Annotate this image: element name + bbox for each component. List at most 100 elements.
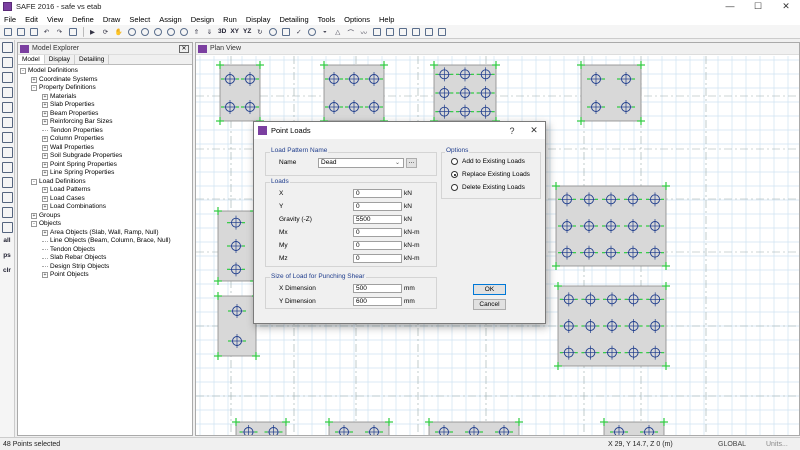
menu-design[interactable]: Design [191,15,214,24]
expand-icon[interactable]: + [42,170,48,177]
tab-detailing[interactable]: Detailing [75,55,110,64]
dialog-help-button[interactable]: ? [501,126,523,136]
collapse-icon[interactable]: - [20,68,26,75]
menu-run[interactable]: Run [223,15,237,24]
draw-dimension-icon[interactable] [1,192,13,203]
value-input[interactable]: 0 [353,189,402,198]
expand-icon[interactable]: + [42,187,48,194]
tree-item[interactable]: - Objects [20,220,192,229]
expand-icon[interactable]: + [42,161,48,168]
draw-beam-icon[interactable] [1,87,13,98]
expand-icon[interactable]: + [42,102,48,109]
tree-item[interactable]: - Load Definitions [20,178,192,187]
snap-icon[interactable] [1,222,13,233]
close-button[interactable]: ✕ [772,0,800,13]
perspective-icon[interactable]: ↻ [254,26,265,37]
load-pattern-select[interactable]: Dead ⌄ [318,158,404,168]
zoom-window-icon[interactable] [152,26,163,37]
value-input[interactable]: 0 [353,228,402,237]
refresh-icon[interactable]: ⟳ [100,26,111,37]
tree-item[interactable]: + Materials [20,93,192,102]
expand-icon[interactable]: + [31,76,37,83]
tree-item[interactable]: + Load Combinations [20,203,192,212]
tree-item[interactable]: + Area Objects (Slab, Wall, Ramp, Null) [20,229,192,238]
open-folder-icon[interactable] [15,26,26,37]
menu-draw[interactable]: Draw [103,15,121,24]
draw-tendon-icon[interactable] [1,147,13,158]
pan-icon[interactable]: ✋ [113,26,124,37]
option-replace-existing[interactable]: Replace Existing Loads [451,171,530,178]
expand-icon[interactable]: + [42,136,48,143]
value-input[interactable]: 0 [353,254,402,263]
tree-item[interactable]: Line Objects (Beam, Column, Brace, Null) [20,237,192,246]
lock-icon[interactable] [67,26,78,37]
units-button[interactable]: Units... [766,441,800,448]
dialog-close-button[interactable]: ✕ [523,125,545,136]
show-tables-icon[interactable] [371,26,382,37]
tree-item[interactable]: + Beam Properties [20,110,192,119]
option-delete-existing[interactable]: Delete Existing Loads [451,184,525,191]
wave-icon[interactable]: 〰 [358,26,369,37]
tree-item[interactable]: - Model Definitions [20,67,192,76]
draw-wall-icon[interactable] [1,117,13,128]
previous-selection-button[interactable]: ps [2,252,13,263]
zoom-out-icon[interactable] [139,26,150,37]
tree-item[interactable]: + Point Spring Properties [20,161,192,170]
draw-strip-icon[interactable] [1,162,13,173]
zoom-in-icon[interactable] [126,26,137,37]
new-file-icon[interactable] [2,26,13,37]
clear-selection-button[interactable]: clr [2,267,13,278]
expand-icon[interactable]: + [42,119,48,126]
tree-item[interactable]: + Point Objects [20,271,192,280]
triangle-icon[interactable]: △ [332,26,343,37]
value-input[interactable]: 500 [353,284,402,293]
load-pattern-more-button[interactable]: ... [406,158,417,168]
fill-icon[interactable]: ◒ [319,26,330,37]
maximize-button[interactable]: ☐ [744,0,772,13]
select-all-button[interactable]: all [2,237,13,248]
view-yz-button[interactable]: YZ [242,26,252,37]
show-forces-icon[interactable] [397,26,408,37]
rotate-icon[interactable] [306,26,317,37]
undo-icon[interactable]: ↶ [41,26,52,37]
expand-icon[interactable]: + [42,110,48,117]
view-3d-button[interactable]: 3D [217,26,227,37]
draw-column-icon[interactable] [1,132,13,143]
draw-point-icon[interactable] [1,72,13,83]
draw-rebar-icon[interactable] [1,177,13,188]
tree-item[interactable]: + Line Spring Properties [20,169,192,178]
value-input[interactable]: 0 [353,241,402,250]
view-xy-button[interactable]: XY [229,26,240,37]
tree-item[interactable]: + Slab Properties [20,101,192,110]
save-icon[interactable] [28,26,39,37]
tree-item[interactable]: + Coordinate Systems [20,76,192,85]
menu-file[interactable]: File [4,15,16,24]
value-input[interactable]: 600 [353,297,402,306]
menu-define[interactable]: Define [72,15,94,24]
value-input[interactable]: 5500 [353,215,402,224]
expand-icon[interactable]: + [31,212,37,219]
expand-icon[interactable]: + [42,272,48,279]
zoom-extents-icon[interactable] [165,26,176,37]
minimize-button[interactable]: — [716,0,744,13]
menu-display[interactable]: Display [246,15,271,24]
menu-edit[interactable]: Edit [25,15,38,24]
tree-item[interactable]: + Load Patterns [20,186,192,195]
tree-item[interactable]: Design Strip Objects [20,263,192,272]
tab-display[interactable]: Display [45,55,76,64]
menu-select[interactable]: Select [129,15,150,24]
tree-item[interactable]: Slab Rebar Objects [20,254,192,263]
menu-view[interactable]: View [47,15,63,24]
draw-reference-icon[interactable] [1,207,13,218]
coordinate-system-select[interactable]: GLOBAL [718,441,766,448]
tree-item[interactable]: + Groups [20,212,192,221]
run-icon[interactable]: ▶ [87,26,98,37]
tree-item[interactable]: + Reinforcing Bar Sizes [20,118,192,127]
option-add-to-existing[interactable]: Add to Existing Loads [451,158,525,165]
reshape-icon[interactable] [1,57,13,68]
tree-item[interactable]: Tendon Properties [20,127,192,136]
deformed-shape-icon[interactable]: ⌒ [345,26,356,37]
expand-icon[interactable]: + [42,93,48,100]
menu-assign[interactable]: Assign [159,15,182,24]
eye-icon[interactable] [267,26,278,37]
